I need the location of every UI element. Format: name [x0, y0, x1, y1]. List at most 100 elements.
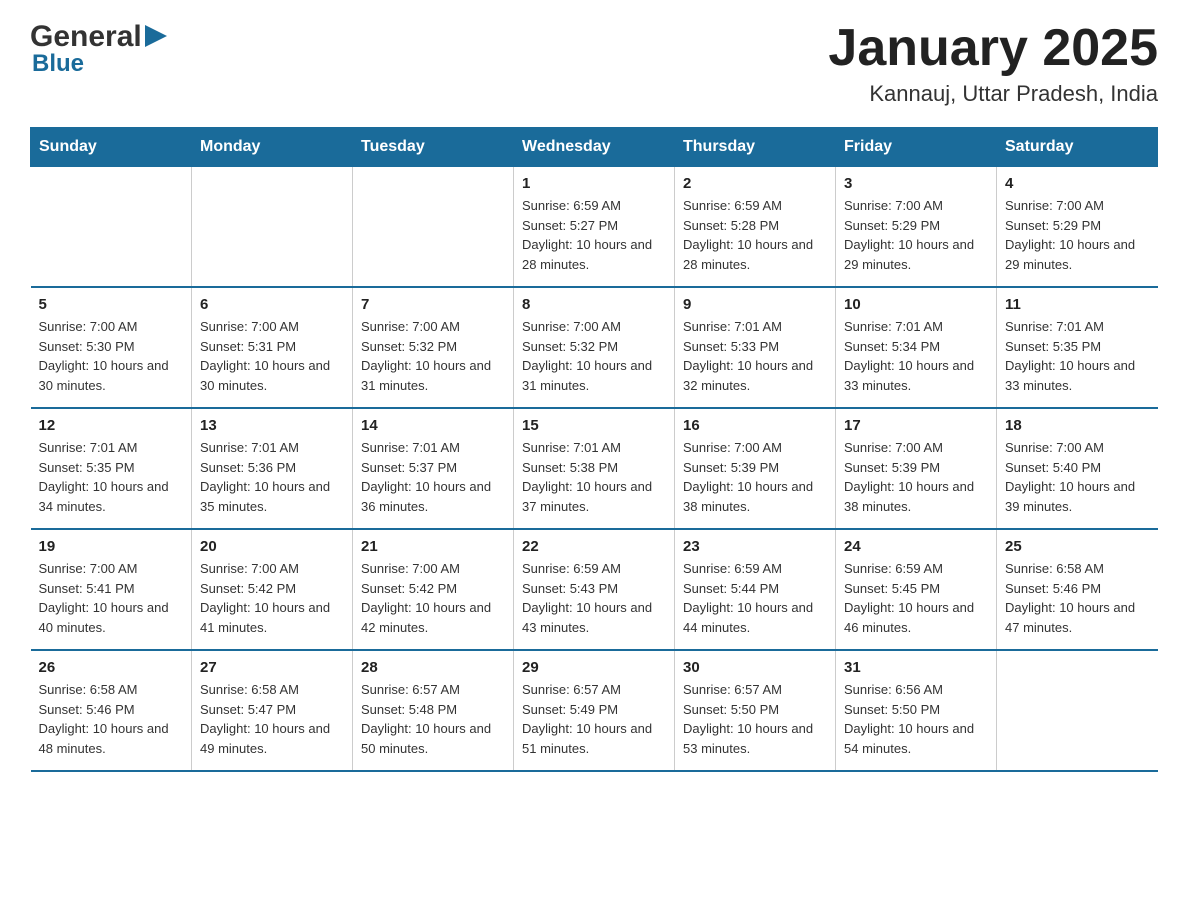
- day-info: Sunrise: 6:58 AM Sunset: 5:46 PM Dayligh…: [1005, 559, 1150, 637]
- day-info: Sunrise: 7:00 AM Sunset: 5:31 PM Dayligh…: [200, 317, 344, 395]
- week-row-2: 5 Sunrise: 7:00 AM Sunset: 5:30 PM Daylig…: [31, 287, 1158, 408]
- day-number: 7: [361, 296, 505, 313]
- calendar-header: SundayMondayTuesdayWednesdayThursdayFrid…: [31, 128, 1158, 167]
- day-cell: 5 Sunrise: 7:00 AM Sunset: 5:30 PM Daylig…: [31, 287, 192, 408]
- day-info: Sunrise: 7:01 AM Sunset: 5:35 PM Dayligh…: [1005, 317, 1150, 395]
- day-cell: 9 Sunrise: 7:01 AM Sunset: 5:33 PM Daylig…: [675, 287, 836, 408]
- calendar-table: SundayMondayTuesdayWednesdayThursdayFrid…: [30, 127, 1158, 772]
- day-number: 28: [361, 659, 505, 676]
- day-cell: 19 Sunrise: 7:00 AM Sunset: 5:41 PM Dayli…: [31, 529, 192, 650]
- calendar-body: 1Sunrise: 6:59 AM Sunset: 5:27 PM Daylig…: [31, 167, 1158, 772]
- day-info: Sunrise: 7:00 AM Sunset: 5:29 PM Dayligh…: [844, 196, 988, 274]
- day-info: Sunrise: 7:00 AM Sunset: 5:39 PM Dayligh…: [683, 438, 827, 516]
- day-info: Sunrise: 6:57 AM Sunset: 5:50 PM Dayligh…: [683, 680, 827, 758]
- logo: General Blue: [30, 20, 167, 78]
- day-info: Sunrise: 6:59 AM Sunset: 5:28 PM Dayligh…: [683, 196, 827, 274]
- header-thursday: Thursday: [675, 128, 836, 167]
- week-row-5: 26Sunrise: 6:58 AM Sunset: 5:46 PM Dayli…: [31, 650, 1158, 771]
- day-info: Sunrise: 6:59 AM Sunset: 5:27 PM Dayligh…: [522, 196, 666, 274]
- day-cell: 27Sunrise: 6:58 AM Sunset: 5:47 PM Dayli…: [192, 650, 353, 771]
- header-monday: Monday: [192, 128, 353, 167]
- day-cell: 29Sunrise: 6:57 AM Sunset: 5:49 PM Dayli…: [514, 650, 675, 771]
- day-info: Sunrise: 7:00 AM Sunset: 5:42 PM Dayligh…: [361, 559, 505, 637]
- header-sunday: Sunday: [31, 128, 192, 167]
- day-number: 5: [39, 296, 184, 313]
- header-wednesday: Wednesday: [514, 128, 675, 167]
- day-number: 26: [39, 659, 184, 676]
- day-number: 14: [361, 417, 505, 434]
- day-cell: [31, 167, 192, 288]
- day-number: 31: [844, 659, 988, 676]
- day-cell: 15 Sunrise: 7:01 AM Sunset: 5:38 PM Dayli…: [514, 408, 675, 529]
- day-number: 4: [1005, 175, 1150, 192]
- logo-general-text: General Blue: [30, 20, 167, 78]
- header-tuesday: Tuesday: [353, 128, 514, 167]
- day-cell: 26Sunrise: 6:58 AM Sunset: 5:46 PM Dayli…: [31, 650, 192, 771]
- day-cell: 11 Sunrise: 7:01 AM Sunset: 5:35 PM Dayli…: [997, 287, 1158, 408]
- day-number: 6: [200, 296, 344, 313]
- title-section: January 2025 Kannauj, Uttar Pradesh, Ind…: [828, 20, 1158, 107]
- logo-triangle-icon: [145, 25, 167, 47]
- day-number: 3: [844, 175, 988, 192]
- day-number: 19: [39, 538, 184, 555]
- day-cell: 22Sunrise: 6:59 AM Sunset: 5:43 PM Dayli…: [514, 529, 675, 650]
- day-cell: 2 Sunrise: 6:59 AM Sunset: 5:28 PM Daylig…: [675, 167, 836, 288]
- day-cell: 21 Sunrise: 7:00 AM Sunset: 5:42 PM Dayli…: [353, 529, 514, 650]
- day-number: 24: [844, 538, 988, 555]
- day-cell: 24 Sunrise: 6:59 AM Sunset: 5:45 PM Dayli…: [836, 529, 997, 650]
- day-cell: 25 Sunrise: 6:58 AM Sunset: 5:46 PM Dayli…: [997, 529, 1158, 650]
- day-info: Sunrise: 6:58 AM Sunset: 5:47 PM Dayligh…: [200, 680, 344, 758]
- day-number: 15: [522, 417, 666, 434]
- day-number: 18: [1005, 417, 1150, 434]
- day-number: 13: [200, 417, 344, 434]
- day-cell: 20 Sunrise: 7:00 AM Sunset: 5:42 PM Dayli…: [192, 529, 353, 650]
- day-number: 11: [1005, 296, 1150, 313]
- day-number: 21: [361, 538, 505, 555]
- day-cell: [192, 167, 353, 288]
- day-number: 8: [522, 296, 666, 313]
- day-cell: 13 Sunrise: 7:01 AM Sunset: 5:36 PM Dayli…: [192, 408, 353, 529]
- day-number: 2: [683, 175, 827, 192]
- day-cell: 3 Sunrise: 7:00 AM Sunset: 5:29 PM Daylig…: [836, 167, 997, 288]
- day-info: Sunrise: 7:01 AM Sunset: 5:37 PM Dayligh…: [361, 438, 505, 516]
- day-info: Sunrise: 7:01 AM Sunset: 5:33 PM Dayligh…: [683, 317, 827, 395]
- day-number: 12: [39, 417, 184, 434]
- day-info: Sunrise: 7:00 AM Sunset: 5:41 PM Dayligh…: [39, 559, 184, 637]
- day-info: Sunrise: 6:57 AM Sunset: 5:48 PM Dayligh…: [361, 680, 505, 758]
- day-info: Sunrise: 6:56 AM Sunset: 5:50 PM Dayligh…: [844, 680, 988, 758]
- day-number: 10: [844, 296, 988, 313]
- day-cell: 7 Sunrise: 7:00 AM Sunset: 5:32 PM Daylig…: [353, 287, 514, 408]
- day-info: Sunrise: 7:00 AM Sunset: 5:32 PM Dayligh…: [361, 317, 505, 395]
- day-cell: 30Sunrise: 6:57 AM Sunset: 5:50 PM Dayli…: [675, 650, 836, 771]
- page-header: General Blue January 2025 Kannauj, Uttar…: [30, 20, 1158, 107]
- day-cell: 16Sunrise: 7:00 AM Sunset: 5:39 PM Dayli…: [675, 408, 836, 529]
- calendar-title: January 2025: [828, 20, 1158, 77]
- day-cell: 1Sunrise: 6:59 AM Sunset: 5:27 PM Daylig…: [514, 167, 675, 288]
- day-cell: 18Sunrise: 7:00 AM Sunset: 5:40 PM Dayli…: [997, 408, 1158, 529]
- day-info: Sunrise: 7:01 AM Sunset: 5:36 PM Dayligh…: [200, 438, 344, 516]
- day-info: Sunrise: 7:00 AM Sunset: 5:39 PM Dayligh…: [844, 438, 988, 516]
- day-info: Sunrise: 7:00 AM Sunset: 5:42 PM Dayligh…: [200, 559, 344, 637]
- day-cell: [997, 650, 1158, 771]
- day-info: Sunrise: 6:59 AM Sunset: 5:44 PM Dayligh…: [683, 559, 827, 637]
- day-info: Sunrise: 6:57 AM Sunset: 5:49 PM Dayligh…: [522, 680, 666, 758]
- header-friday: Friday: [836, 128, 997, 167]
- header-saturday: Saturday: [997, 128, 1158, 167]
- day-number: 25: [1005, 538, 1150, 555]
- calendar-subtitle: Kannauj, Uttar Pradesh, India: [828, 81, 1158, 107]
- day-info: Sunrise: 7:01 AM Sunset: 5:35 PM Dayligh…: [39, 438, 184, 516]
- day-cell: 17 Sunrise: 7:00 AM Sunset: 5:39 PM Dayli…: [836, 408, 997, 529]
- day-info: Sunrise: 6:59 AM Sunset: 5:45 PM Dayligh…: [844, 559, 988, 637]
- logo-general: General: [30, 20, 142, 54]
- day-number: 17: [844, 417, 988, 434]
- day-info: Sunrise: 7:01 AM Sunset: 5:38 PM Dayligh…: [522, 438, 666, 516]
- day-number: 9: [683, 296, 827, 313]
- day-number: 22: [522, 538, 666, 555]
- day-number: 20: [200, 538, 344, 555]
- day-info: Sunrise: 7:00 AM Sunset: 5:32 PM Dayligh…: [522, 317, 666, 395]
- day-info: Sunrise: 7:01 AM Sunset: 5:34 PM Dayligh…: [844, 317, 988, 395]
- week-row-1: 1Sunrise: 6:59 AM Sunset: 5:27 PM Daylig…: [31, 167, 1158, 288]
- week-row-3: 12 Sunrise: 7:01 AM Sunset: 5:35 PM Dayli…: [31, 408, 1158, 529]
- day-cell: 31 Sunrise: 6:56 AM Sunset: 5:50 PM Dayli…: [836, 650, 997, 771]
- day-info: Sunrise: 7:00 AM Sunset: 5:30 PM Dayligh…: [39, 317, 184, 395]
